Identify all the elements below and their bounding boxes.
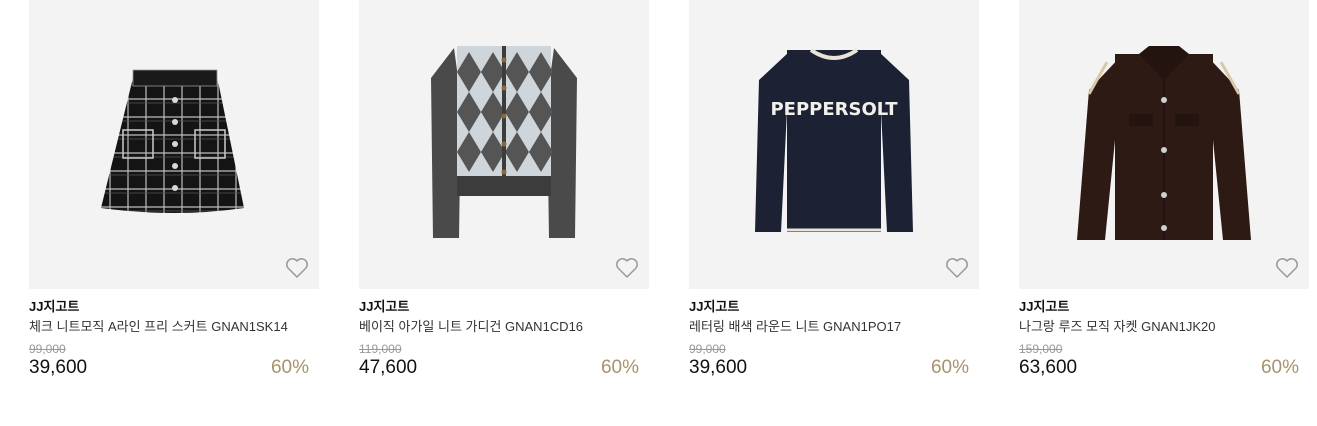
price-row: 39,600 60% <box>29 357 319 379</box>
product-name[interactable]: 체크 니트모직 A라인 프리 스커트 GNAN1SK14 <box>29 319 319 335</box>
product-card[interactable]: JJ지고트 체크 니트모직 A라인 프리 스커트 GNAN1SK14 99,00… <box>29 0 319 379</box>
brand-name[interactable]: JJ지고트 <box>359 299 649 315</box>
brand-name[interactable]: JJ지고트 <box>29 299 319 315</box>
original-price: 159,000 <box>1019 342 1063 356</box>
discount-rate: 60% <box>600 357 639 378</box>
sale-price: 39,600 <box>29 357 88 378</box>
price-row: 63,600 60% <box>1019 357 1309 379</box>
discount-rate: 60% <box>270 357 309 378</box>
product-name[interactable]: 베이직 아가일 니트 가디건 GNAN1CD16 <box>359 319 649 335</box>
sale-price: 63,600 <box>1019 357 1078 378</box>
brand-name[interactable]: JJ지고트 <box>1019 299 1309 315</box>
heart-outline-icon[interactable] <box>285 257 309 279</box>
skirt-image <box>101 69 244 213</box>
product-card[interactable]: JJ지고트 베이직 아가일 니트 가디건 GNAN1CD16 119,000 4… <box>359 0 649 379</box>
sweater-image: PEPPERSOLT <box>755 48 913 232</box>
original-price: 99,000 <box>29 342 66 356</box>
sale-price: 39,600 <box>689 357 748 378</box>
product-image[interactable]: PEPPERSOLT <box>689 0 979 289</box>
product-card[interactable]: PEPPERSOLT JJ지고트 레터링 배색 라운드 니트 GNAN1PO17… <box>689 0 979 379</box>
brand-name[interactable]: JJ지고트 <box>689 299 979 315</box>
price-row: 39,600 60% <box>689 357 979 379</box>
discount-rate: 60% <box>1260 357 1299 378</box>
product-image[interactable] <box>1019 0 1309 289</box>
discount-rate: 60% <box>930 357 969 378</box>
product-card[interactable]: JJ지고트 나그랑 루즈 모직 자켓 GNAN1JK20 159,000 63,… <box>1019 0 1309 379</box>
price-row: 47,600 60% <box>359 357 649 379</box>
product-image[interactable] <box>29 0 319 289</box>
jacket-image <box>1077 46 1251 240</box>
heart-outline-icon[interactable] <box>945 257 969 279</box>
product-image[interactable] <box>359 0 649 289</box>
sale-price: 47,600 <box>359 357 418 378</box>
print-text: PEPPERSOLT <box>770 99 898 120</box>
original-price: 99,000 <box>689 342 726 356</box>
cardigan-image <box>431 46 577 238</box>
heart-outline-icon[interactable] <box>615 257 639 279</box>
heart-outline-icon[interactable] <box>1275 257 1299 279</box>
product-grid: JJ지고트 체크 니트모직 A라인 프리 스커트 GNAN1SK14 99,00… <box>29 0 1309 379</box>
original-price: 119,000 <box>359 342 402 356</box>
product-name[interactable]: 나그랑 루즈 모직 자켓 GNAN1JK20 <box>1019 319 1309 335</box>
product-name[interactable]: 레터링 배색 라운드 니트 GNAN1PO17 <box>689 319 979 335</box>
